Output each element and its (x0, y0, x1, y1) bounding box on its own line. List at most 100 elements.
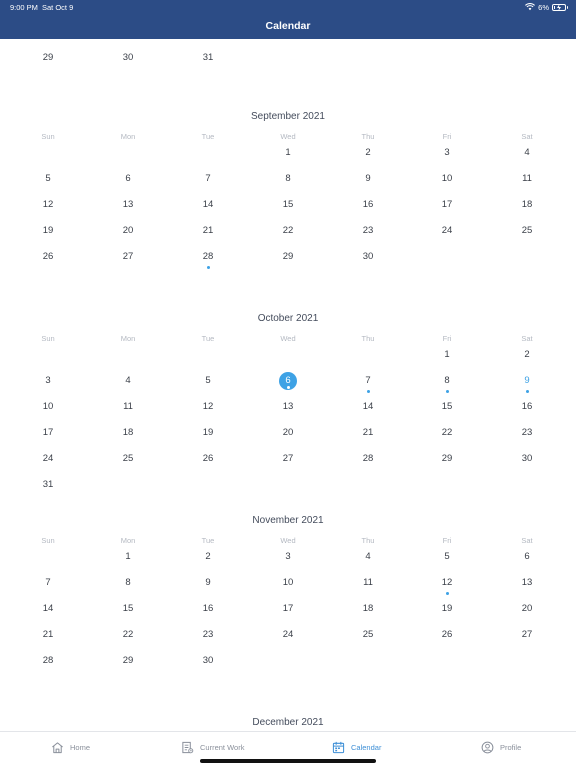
day-cell[interactable]: 5 (168, 372, 248, 396)
tab-home[interactable]: Home (51, 739, 90, 755)
day-cell[interactable]: 18 (88, 424, 168, 448)
day-cell[interactable]: 26 (168, 450, 248, 474)
day-cell[interactable]: 29 (88, 652, 168, 676)
day-cell[interactable]: 25 (487, 222, 567, 246)
day-cell[interactable]: 10 (407, 170, 487, 194)
day-cell[interactable]: 8 (248, 170, 328, 194)
day-cell[interactable]: 7 (168, 170, 248, 194)
day-cell[interactable]: 16 (328, 196, 408, 220)
day-cell[interactable]: 27 (248, 450, 328, 474)
tab-profile[interactable]: Profile (481, 739, 521, 755)
day-cell[interactable]: 2 (168, 548, 248, 572)
day-cell[interactable]: 29 (248, 248, 328, 272)
day-cell[interactable]: 20 (248, 424, 328, 448)
day-cell[interactable]: 30 (487, 450, 567, 474)
day-cell[interactable]: 28 (8, 652, 88, 676)
tab-current-work[interactable]: Current Work (181, 739, 244, 755)
day-cell[interactable]: 29 (8, 49, 88, 73)
day-cell[interactable]: 13 (487, 574, 567, 598)
day-cell[interactable]: 11 (88, 398, 168, 422)
day-cell[interactable]: 9 (328, 170, 408, 194)
day-cell[interactable]: 30 (88, 49, 168, 73)
tab-calendar[interactable]: Calendar (332, 739, 381, 755)
day-cell[interactable]: 31 (8, 476, 88, 500)
day-cell[interactable]: 13 (248, 398, 328, 422)
day-cell[interactable]: 8 (88, 574, 168, 598)
day-cell[interactable]: 27 (88, 248, 168, 272)
day-cell[interactable]: 13 (88, 196, 168, 220)
day-cell[interactable]: 4 (487, 144, 567, 168)
day-cell[interactable]: 19 (168, 424, 248, 448)
day-cell[interactable]: 20 (487, 600, 567, 624)
day-cell[interactable]: 14 (168, 196, 248, 220)
day-cell[interactable]: 23 (168, 626, 248, 650)
day-cell[interactable]: 15 (248, 196, 328, 220)
day-cell[interactable]: 28 (328, 450, 408, 474)
day-cell[interactable]: 22 (88, 626, 168, 650)
day-cell[interactable]: 30 (168, 652, 248, 676)
day-cell[interactable]: 25 (88, 450, 168, 474)
day-cell[interactable]: 25 (328, 626, 408, 650)
day-cell[interactable]: 26 (8, 248, 88, 272)
day-cell[interactable]: 10 (8, 398, 88, 422)
day-cell[interactable]: 27 (487, 626, 567, 650)
day-cell[interactable]: 8 (407, 372, 487, 396)
day-cell[interactable]: 28 (168, 248, 248, 272)
day-cell[interactable]: 7 (328, 372, 408, 396)
day-cell[interactable]: 15 (407, 398, 487, 422)
day-cell[interactable]: 22 (407, 424, 487, 448)
day-cell[interactable]: 23 (328, 222, 408, 246)
day-cell[interactable]: 30 (328, 248, 408, 272)
day-cell-today[interactable]: 6 (248, 372, 328, 396)
day-cell[interactable]: 1 (407, 346, 487, 370)
day-cell[interactable]: 11 (487, 170, 567, 194)
day-cell[interactable]: 12 (8, 196, 88, 220)
day-cell[interactable]: 17 (248, 600, 328, 624)
day-cell[interactable]: 18 (328, 600, 408, 624)
day-cell[interactable]: 14 (8, 600, 88, 624)
day-cell[interactable]: 18 (487, 196, 567, 220)
day-cell[interactable]: 23 (487, 424, 567, 448)
day-cell[interactable]: 5 (8, 170, 88, 194)
day-cell[interactable]: 26 (407, 626, 487, 650)
day-cell[interactable]: 24 (248, 626, 328, 650)
day-number: 24 (42, 453, 54, 464)
day-cell[interactable]: 9 (487, 372, 567, 396)
calendar-scroll[interactable]: 29 30 31 September 2021 Sun Mon Tue Wed Thu Fri Sa… (0, 39, 576, 731)
day-cell[interactable]: 4 (328, 548, 408, 572)
day-cell[interactable]: 6 (88, 170, 168, 194)
day-cell[interactable]: 19 (8, 222, 88, 246)
day-cell[interactable]: 22 (248, 222, 328, 246)
day-cell[interactable]: 12 (407, 574, 487, 598)
day-cell[interactable]: 19 (407, 600, 487, 624)
day-cell[interactable]: 15 (88, 600, 168, 624)
day-cell[interactable]: 16 (487, 398, 567, 422)
day-cell[interactable]: 3 (8, 372, 88, 396)
day-cell[interactable]: 5 (407, 548, 487, 572)
day-cell[interactable]: 14 (328, 398, 408, 422)
day-cell[interactable]: 2 (328, 144, 408, 168)
day-cell[interactable]: 21 (168, 222, 248, 246)
day-cell[interactable]: 12 (168, 398, 248, 422)
day-cell[interactable]: 16 (168, 600, 248, 624)
day-cell[interactable]: 11 (328, 574, 408, 598)
day-cell[interactable]: 4 (88, 372, 168, 396)
day-cell[interactable]: 21 (8, 626, 88, 650)
day-cell[interactable]: 2 (487, 346, 567, 370)
day-cell[interactable]: 1 (248, 144, 328, 168)
day-cell[interactable]: 3 (407, 144, 487, 168)
day-cell[interactable]: 24 (407, 222, 487, 246)
day-cell[interactable]: 24 (8, 450, 88, 474)
day-cell[interactable]: 29 (407, 450, 487, 474)
day-cell[interactable]: 31 (168, 49, 248, 73)
day-cell[interactable]: 17 (407, 196, 487, 220)
day-cell[interactable]: 9 (168, 574, 248, 598)
day-cell[interactable]: 10 (248, 574, 328, 598)
day-cell[interactable]: 21 (328, 424, 408, 448)
day-cell[interactable]: 17 (8, 424, 88, 448)
day-cell[interactable]: 1 (88, 548, 168, 572)
day-cell[interactable]: 7 (8, 574, 88, 598)
day-cell[interactable]: 3 (248, 548, 328, 572)
day-cell[interactable]: 20 (88, 222, 168, 246)
day-cell[interactable]: 6 (487, 548, 567, 572)
